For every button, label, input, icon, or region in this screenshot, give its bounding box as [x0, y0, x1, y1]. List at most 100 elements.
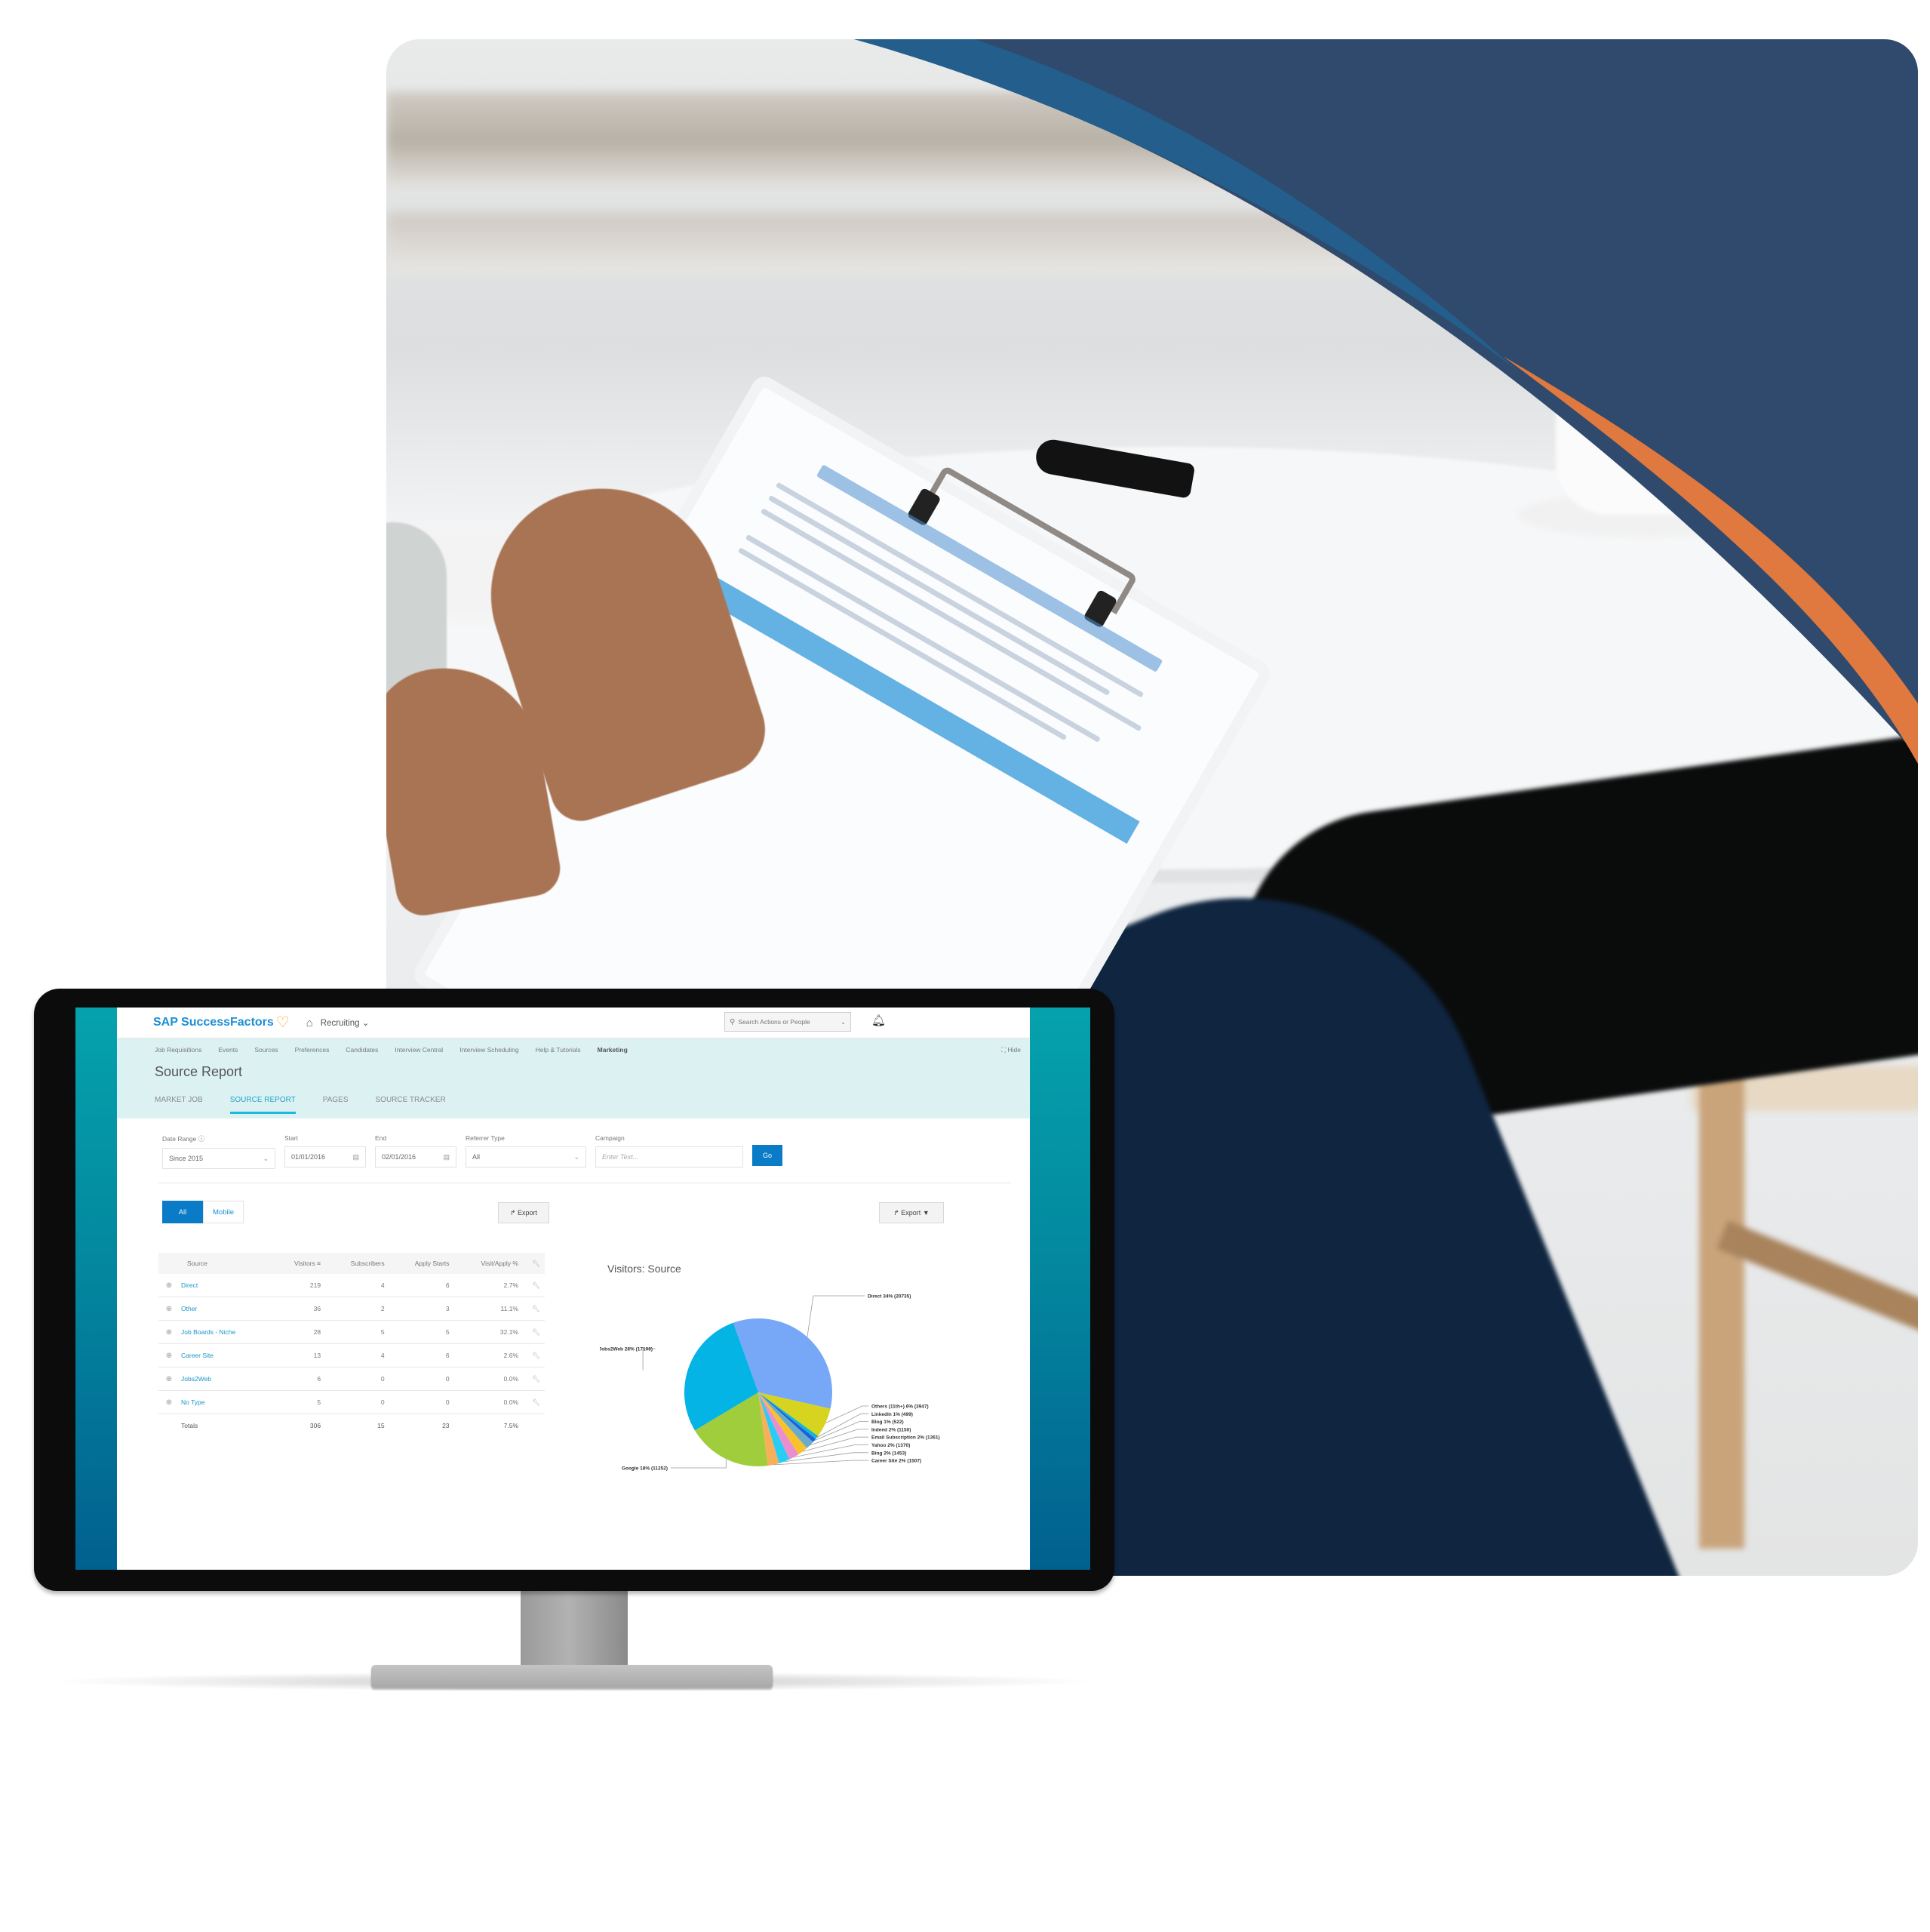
totals-apply-starts: 23: [442, 1422, 450, 1429]
col-visitors[interactable]: Visitors ≡: [275, 1253, 329, 1274]
chevron-down-icon[interactable]: ⌄: [841, 1019, 846, 1026]
wrench-icon[interactable]: 🔧︎: [526, 1297, 545, 1321]
chevron-down-icon: ⌄: [361, 1019, 370, 1028]
campaign-input[interactable]: Enter Text...: [595, 1146, 743, 1168]
nav-candidates[interactable]: Candidates: [346, 1046, 378, 1054]
monitor-stand-base: [371, 1665, 773, 1687]
toggle-all[interactable]: All: [162, 1201, 203, 1223]
wrench-icon[interactable]: 🔧︎: [526, 1367, 545, 1391]
export-label: Export: [518, 1209, 538, 1217]
nav-interview-central[interactable]: Interview Central: [395, 1046, 443, 1054]
wrench-icon[interactable]: 🔧︎: [526, 1274, 545, 1297]
table-row: ⊕ Career Site 13 4 6 2.6% 🔧︎: [158, 1343, 545, 1367]
source-link[interactable]: Career Site: [180, 1343, 276, 1367]
col-subscribers[interactable]: Subscribers: [328, 1253, 392, 1274]
slice-label: LinkedIn 1% (499): [871, 1412, 913, 1417]
page-title: Source Report: [155, 1064, 243, 1079]
expand-row-icon[interactable]: ⊕: [158, 1390, 180, 1414]
sub-header: Job Requisitions Events Sources Preferen…: [117, 1038, 1030, 1118]
hide-button[interactable]: ⛶ Hide: [1001, 1046, 1021, 1054]
expand-row-icon[interactable]: ⊕: [158, 1297, 180, 1321]
nav-marketing[interactable]: Marketing: [598, 1046, 628, 1054]
brand-logo[interactable]: SAP SuccessFactors: [153, 1016, 274, 1029]
wrench-icon[interactable]: 🔧︎: [526, 1390, 545, 1414]
calendar-icon[interactable]: ▤: [352, 1153, 359, 1161]
wrench-icon[interactable]: 🔧︎: [526, 1343, 545, 1367]
totals-label: Totals: [181, 1422, 198, 1429]
home-icon[interactable]: ⌂: [306, 1017, 313, 1029]
apply-starts-cell: 6: [392, 1274, 457, 1297]
sort-icon[interactable]: ≡: [317, 1260, 321, 1267]
bell-icon[interactable]: 🔔︎: [871, 1014, 886, 1027]
info-icon[interactable]: ⓘ: [198, 1135, 205, 1143]
table-row: ⊕ Jobs2Web 6 0 0 0.0% 🔧︎: [158, 1367, 545, 1391]
expand-row-icon[interactable]: ⊕: [158, 1320, 180, 1344]
pie-chart: Direct 34% (20735) Jobs2Web 28% (17108) Go…: [600, 1294, 940, 1472]
col-source[interactable]: Source: [158, 1253, 276, 1274]
nav-events[interactable]: Events: [218, 1046, 238, 1054]
subscribers-cell: 0: [328, 1390, 392, 1414]
date-range-select[interactable]: Since 2015 ⌄: [162, 1148, 275, 1169]
end-date-value: 02/01/2016: [382, 1153, 416, 1161]
tab-source-report[interactable]: SOURCE REPORT: [229, 1096, 296, 1114]
referrer-type-select[interactable]: All ⌄: [466, 1146, 586, 1168]
calendar-icon[interactable]: ▤: [443, 1153, 450, 1161]
search-icon: ⚲: [730, 1017, 736, 1026]
totals-visit-apply: 7.5%: [503, 1422, 518, 1429]
tab-market-job[interactable]: MARKET JOB: [155, 1096, 203, 1114]
visitors-cell: 5: [275, 1390, 329, 1414]
nav-help-tutorials[interactable]: Help & Tutorials: [536, 1046, 581, 1054]
subscribers-cell: 0: [328, 1367, 392, 1391]
col-visit-apply[interactable]: Visit/Apply %: [456, 1253, 526, 1274]
collapse-icon: ⛶: [1001, 1046, 1008, 1054]
referrer-type-filter: Referrer Type All ⌄: [466, 1134, 586, 1169]
start-date-input[interactable]: 01/01/2016 ▤: [284, 1146, 366, 1168]
search-input[interactable]: ⚲ Search Actions or People ⌄: [724, 1012, 851, 1032]
source-link[interactable]: Direct: [180, 1274, 276, 1297]
totals-spacer: [158, 1414, 180, 1438]
wrench-icon[interactable]: 🔧︎: [526, 1253, 545, 1274]
source-link[interactable]: No Type: [180, 1390, 276, 1414]
wrench-icon[interactable]: 🔧︎: [526, 1320, 545, 1344]
export-chart-button[interactable]: ↱ Export ▼: [879, 1202, 944, 1223]
apply-starts-cell: 5: [392, 1320, 457, 1344]
nav-interview-scheduling[interactable]: Interview Scheduling: [459, 1046, 518, 1054]
date-range-value: Since 2015: [169, 1155, 204, 1162]
apply-starts-cell: 6: [392, 1343, 457, 1367]
referrer-type-value: All: [472, 1153, 481, 1161]
report-tabs: MARKET JOB SOURCE REPORT PAGES SOURCE TR…: [155, 1096, 473, 1114]
export-table-button[interactable]: ↱ Export: [498, 1202, 549, 1223]
device-toggle: All Mobile: [162, 1201, 244, 1223]
go-button[interactable]: Go: [752, 1145, 782, 1166]
visitors-cell: 6: [275, 1367, 329, 1391]
expand-row-icon[interactable]: ⊕: [158, 1343, 180, 1367]
visit-apply-cell: 2.6%: [456, 1343, 526, 1367]
source-link[interactable]: Jobs2Web: [180, 1367, 276, 1391]
totals-subscribers: 15: [377, 1422, 385, 1429]
table-row: ⊕ No Type 5 0 0 0.0% 🔧︎: [158, 1390, 545, 1414]
hide-label: Hide: [1007, 1046, 1021, 1054]
end-date-input[interactable]: 02/01/2016 ▤: [375, 1146, 456, 1168]
app-window: SAP SuccessFactors ♡ ⌂ Recruiting ⌄ ⚲ Se…: [117, 1008, 1030, 1570]
subscribers-cell: 4: [328, 1274, 392, 1297]
source-link[interactable]: Job Boards - Niche: [180, 1320, 276, 1344]
table-row: ⊕ Direct 219 4 6 2.7% 🔧︎: [158, 1274, 545, 1297]
expand-row-icon[interactable]: ⊕: [158, 1367, 180, 1391]
tab-pages[interactable]: PAGES: [323, 1096, 349, 1114]
expand-row-icon[interactable]: ⊕: [158, 1274, 180, 1297]
nav-sources[interactable]: Sources: [254, 1046, 278, 1054]
slice-label: Blog 1% (522): [871, 1420, 904, 1425]
source-link[interactable]: Other: [180, 1297, 276, 1321]
nav-preferences[interactable]: Preferences: [295, 1046, 330, 1054]
heart-icon: ♡: [275, 1014, 290, 1031]
nav-job-requisitions[interactable]: Job Requisitions: [155, 1046, 201, 1054]
module-switcher[interactable]: Recruiting ⌄: [321, 1017, 370, 1028]
col-apply-starts[interactable]: Apply Starts: [392, 1253, 457, 1274]
subscribers-cell: 5: [328, 1320, 392, 1344]
toggle-mobile[interactable]: Mobile: [203, 1201, 244, 1223]
visit-apply-cell: 0.0%: [456, 1367, 526, 1391]
table-row: ⊕ Job Boards - Niche 28 5 5 32.1% 🔧︎: [158, 1320, 545, 1344]
export-label: Export: [901, 1209, 921, 1217]
tab-source-tracker[interactable]: SOURCE TRACKER: [376, 1096, 446, 1114]
share-arrow-icon: ↱: [509, 1208, 518, 1217]
